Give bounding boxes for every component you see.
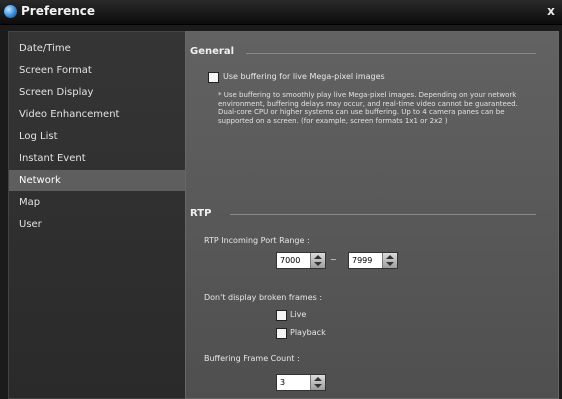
sidebar-item-log-list[interactable]: Log List	[9, 126, 185, 147]
sidebar-item-network[interactable]: Network	[9, 170, 185, 191]
playback-label: Playback	[290, 328, 326, 337]
port-to-down-icon[interactable]	[386, 262, 394, 266]
window-title: Preference	[21, 4, 96, 18]
sidebar-item-instant-event[interactable]: Instant Event	[9, 148, 185, 169]
port-to-stepper	[348, 252, 398, 269]
broken-frames-label: Don't display broken frames :	[204, 293, 323, 302]
buffer-count-up-icon[interactable]	[314, 377, 322, 381]
sidebar-item-screen-format[interactable]: Screen Format	[9, 60, 185, 81]
buffering-checkbox[interactable]	[208, 72, 219, 83]
port-from-down-icon[interactable]	[314, 262, 322, 266]
port-from-input[interactable]	[277, 253, 311, 268]
sidebar-item-screen-display[interactable]: Screen Display	[9, 82, 185, 103]
title-bar: Preference x	[0, 0, 562, 25]
buffering-label: Use buffering for live Mega-pixel images	[223, 72, 385, 81]
app-globe-icon	[4, 5, 17, 18]
rtp-section-title: RTP	[190, 208, 212, 219]
buffering-note: * Use buffering to smoothly play live Me…	[218, 91, 518, 125]
general-section-title: General	[190, 46, 234, 57]
buffer-count-stepper	[276, 374, 326, 391]
port-range-separator: ~	[330, 255, 337, 264]
live-checkbox[interactable]	[276, 310, 287, 321]
port-range-label: RTP Incoming Port Range :	[204, 236, 310, 245]
sidebar-item-map[interactable]: Map	[9, 192, 185, 213]
sidebar-item-user[interactable]: User	[9, 214, 185, 235]
live-label: Live	[290, 310, 307, 319]
buffer-count-down-icon[interactable]	[314, 384, 322, 388]
sidebar-item-video-enhancement[interactable]: Video Enhancement	[9, 104, 185, 125]
buffer-count-arrows	[310, 375, 325, 390]
port-from-arrows	[310, 253, 325, 268]
sidebar: Date/Time Screen Format Screen Display V…	[8, 31, 186, 399]
rtp-divider	[230, 214, 536, 215]
buffer-count-input[interactable]	[277, 375, 311, 390]
port-from-stepper	[276, 252, 326, 269]
port-to-input[interactable]	[349, 253, 383, 268]
general-divider	[246, 53, 536, 54]
port-from-up-icon[interactable]	[314, 255, 322, 259]
buffer-count-label: Buffering Frame Count :	[204, 354, 300, 363]
settings-panel: General Use buffering for live Mega-pixe…	[185, 31, 559, 399]
port-to-arrows	[382, 253, 397, 268]
sidebar-item-date-time[interactable]: Date/Time	[9, 38, 185, 59]
playback-checkbox[interactable]	[276, 328, 287, 339]
port-to-up-icon[interactable]	[386, 255, 394, 259]
close-icon[interactable]: x	[544, 4, 558, 18]
